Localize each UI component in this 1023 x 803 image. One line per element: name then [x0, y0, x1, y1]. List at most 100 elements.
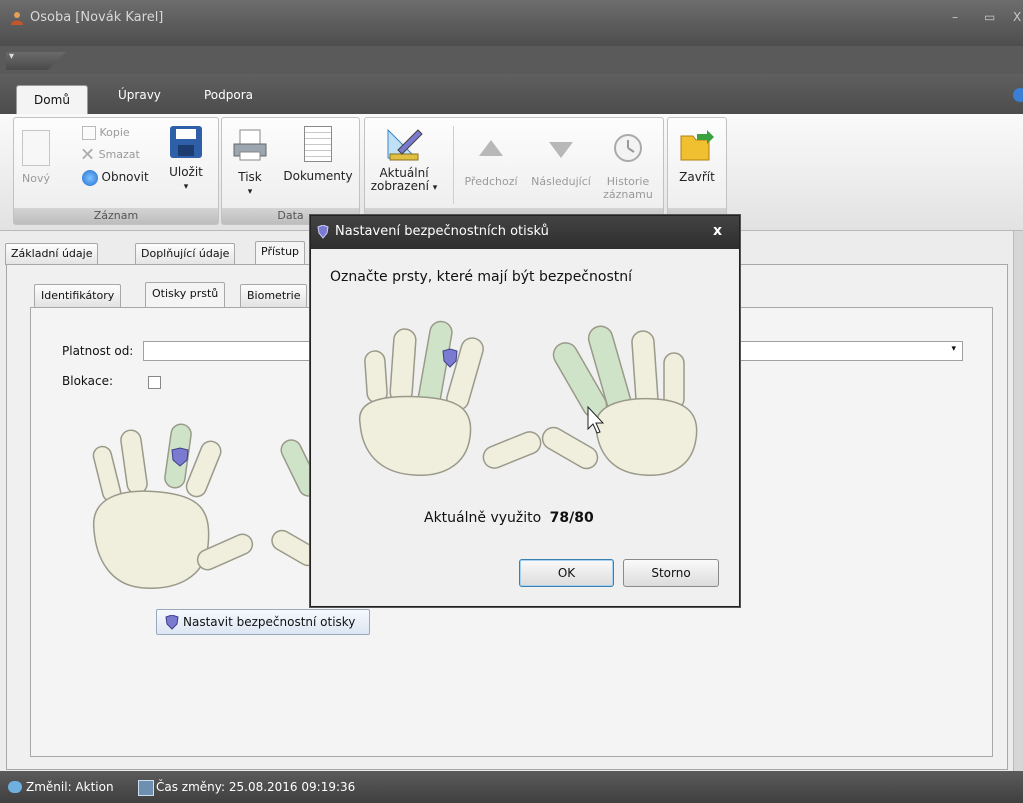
dialog-instruction: Označte prsty, které mají být bezpečnost… [330, 269, 632, 285]
info-icon[interactable] [1013, 88, 1023, 102]
vertical-scrollbar[interactable] [1013, 231, 1023, 771]
history-button-label-2: záznamu [603, 188, 653, 201]
tab-identifiers[interactable]: Identifikátory [34, 284, 122, 308]
dialog-body: Označte prsty, které mají být bezpečnost… [312, 249, 738, 605]
save-button[interactable]: Uložit ▾ [164, 126, 208, 194]
ribbon-tab-support[interactable]: Podpora [204, 88, 253, 102]
copy-icon [82, 126, 96, 140]
print-button[interactable]: Tisk ▾ [228, 128, 272, 199]
ruler-pencil-icon [387, 128, 423, 161]
hands-preview [92, 423, 320, 589]
dialog-title: Nastavení bezpečnostních otisků [335, 224, 549, 239]
usage-value: 78/80 [549, 510, 594, 526]
usage-label: Aktuálně využito [424, 510, 542, 526]
person-icon [11, 12, 23, 25]
next-button[interactable]: Následující [525, 132, 597, 188]
finger-left-ring[interactable] [389, 328, 417, 404]
finger-selector [359, 320, 698, 476]
refresh-button[interactable]: Obnovit [82, 170, 149, 186]
close-record-button[interactable]: Zavřít [674, 128, 720, 184]
shield-icon [165, 615, 179, 630]
close-button[interactable]: X [1013, 10, 1021, 24]
refresh-icon [82, 170, 98, 186]
maximize-button[interactable]: ▭ [984, 10, 995, 24]
clock-icon [614, 134, 642, 162]
new-button[interactable]: Nový [16, 130, 56, 185]
group-divider [453, 126, 454, 204]
delete-icon: ✕ [80, 144, 96, 166]
palm-left [92, 490, 210, 589]
dialog-title-bar: Nastavení bezpečnostních otisků x [311, 216, 739, 249]
down-arrow-icon [549, 142, 573, 158]
thumb-right[interactable] [539, 423, 602, 472]
ribbon-group-data: Tisk ▾ Dokumenty Data [221, 117, 360, 225]
usage-row: Aktuálně využito 78/80 [424, 510, 594, 526]
thumb-left[interactable] [480, 429, 544, 472]
next-button-label: Následující [531, 175, 591, 188]
dialog-close-button[interactable]: x [713, 223, 722, 239]
tab-additional-info[interactable]: Doplňující údaje [135, 243, 236, 265]
documents-button[interactable]: Dokumenty [280, 126, 356, 183]
save-button-label: Uložit [169, 165, 203, 179]
window-title: Osoba [Novák Karel] [30, 10, 164, 25]
ribbon-group-view: Aktuální zobrazení ▾ Předchozí Následují… [364, 117, 664, 225]
ribbon-group-close: Zavřít [667, 117, 727, 225]
quick-access-menu[interactable] [6, 52, 66, 70]
folder-exit-icon [680, 130, 714, 161]
users-icon [8, 781, 22, 793]
documents-button-label: Dokumenty [283, 169, 353, 183]
block-checkbox[interactable] [148, 376, 161, 389]
delete-button[interactable]: ✕ Smazat [80, 146, 140, 164]
tab-biometrics[interactable]: Biometrie [240, 284, 308, 308]
ok-button[interactable]: OK [519, 559, 614, 587]
chevron-down-icon: ▾ [9, 51, 15, 62]
new-button-label: Nový [22, 172, 50, 185]
chevron-down-icon[interactable]: ▾ [951, 344, 956, 354]
chevron-down-icon: ▾ [183, 182, 189, 192]
palm-right [595, 397, 698, 476]
window-title-bar: Osoba [Novák Karel] – ▭ X [0, 0, 1023, 46]
changed-by: Změnil: Aktion [26, 780, 114, 794]
chevron-down-icon: ▾ [432, 183, 438, 193]
ribbon: Nový Kopie ✕ Smazat Obnovit Uložit ▾ Zázn… [0, 114, 1023, 231]
ribbon-tab-edits[interactable]: Úpravy [118, 88, 161, 102]
status-bar: Změnil: Aktion Čas změny: 25.08.2016 09:… [0, 771, 1023, 803]
save-icon [170, 126, 202, 158]
refresh-button-label: Obnovit [101, 170, 149, 184]
palm-left [359, 395, 472, 476]
copy-button-label: Kopie [99, 126, 130, 139]
ribbon-tab-home[interactable]: Domů [16, 85, 88, 116]
secure-fingerprints-dialog: Nastavení bezpečnostních otisků x Označt… [310, 215, 740, 607]
history-button-label-1: Historie [606, 175, 650, 188]
minimize-button[interactable]: – [952, 10, 958, 24]
shield-icon [317, 225, 329, 239]
printer-icon [233, 129, 267, 161]
history-button[interactable]: Historie záznamu [599, 132, 657, 201]
tab-basic-info[interactable]: Základní údaje [5, 243, 99, 265]
tab-access[interactable]: Přístup [255, 241, 306, 265]
current-view-label-2: zobrazení [370, 179, 429, 193]
up-arrow-icon [479, 140, 503, 156]
tab-fingerprints[interactable]: Otisky prstů [145, 282, 226, 308]
delete-button-label: Smazat [98, 148, 140, 161]
close-record-label: Zavřít [679, 170, 715, 184]
previous-button[interactable]: Předchozí [457, 132, 525, 188]
cancel-button[interactable]: Storno [623, 559, 719, 587]
ribbon-group-record: Nový Kopie ✕ Smazat Obnovit Uložit ▾ Zázn… [13, 117, 219, 225]
finger-left-pinky[interactable] [364, 350, 388, 404]
changed-at: Čas změny: 25.08.2016 09:19:36 [156, 780, 356, 794]
copy-button[interactable]: Kopie [82, 126, 130, 140]
block-label: Blokace: [62, 374, 114, 388]
document-icon [304, 126, 332, 162]
group-label-record: Záznam [14, 208, 218, 224]
chevron-down-icon: ▾ [247, 187, 253, 197]
previous-button-label: Předchozí [464, 175, 518, 188]
finger-left-ring [120, 429, 148, 495]
new-doc-icon [22, 130, 50, 166]
ribbon-tab-strip: Domů Úpravy Podpora [0, 74, 1023, 116]
current-view-button[interactable]: Aktuální zobrazení ▾ [369, 124, 439, 195]
calendar-icon [138, 780, 154, 796]
set-secure-fingerprints-label: Nastavit bezpečnostní otisky [183, 615, 356, 629]
print-button-label: Tisk [238, 170, 262, 184]
set-secure-fingerprints-button[interactable]: Nastavit bezpečnostní otisky [156, 609, 370, 635]
